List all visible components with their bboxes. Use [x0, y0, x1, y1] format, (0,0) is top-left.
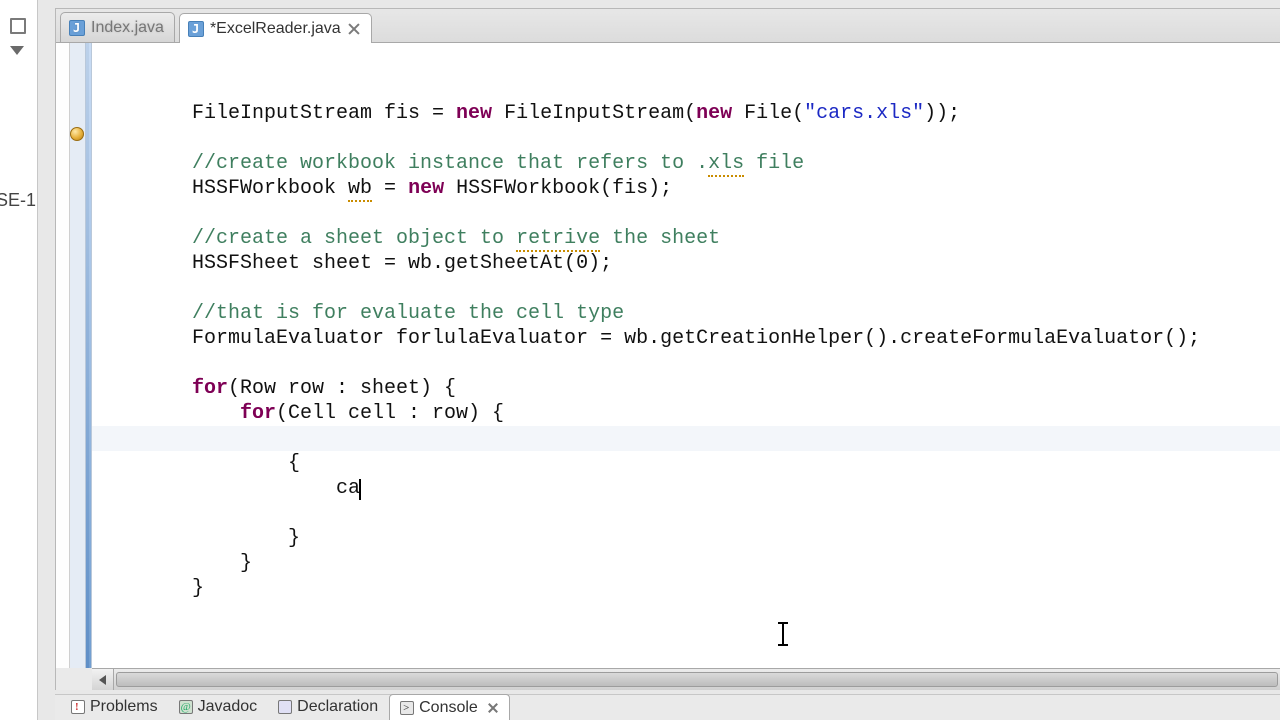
code-text: FormulaEvaluator forlulaEvaluator = wb.g…	[192, 327, 1200, 350]
perspective-label: SE-1	[0, 190, 36, 211]
java-file-icon	[188, 21, 204, 37]
code-editor[interactable]: FileInputStream fis = new FileInputStrea…	[92, 43, 1280, 668]
declaration-icon	[278, 700, 292, 714]
code-text: HSSFWorkbook(fis);	[444, 177, 672, 200]
code-text: {	[192, 452, 300, 475]
scrollbar-thumb[interactable]	[116, 672, 1278, 687]
editor-rulers	[56, 43, 92, 668]
code-text: HSSFWorkbook	[192, 177, 348, 200]
annotation-ruler[interactable]	[56, 43, 70, 668]
view-label: Declaration	[297, 698, 378, 716]
text-caret	[359, 479, 361, 500]
view-label: Console	[419, 699, 478, 717]
view-tab-javadoc[interactable]: Javadoc	[169, 694, 269, 720]
code-text: FileInputStream(	[492, 102, 696, 125]
code-text: (Row row : sheet) {	[228, 377, 456, 400]
comment: //create workbook instance that refers t…	[192, 152, 708, 175]
keyword: new	[408, 177, 444, 200]
editor-area: Index.java *ExcelReader.java FileInputSt…	[55, 8, 1280, 690]
comment: file	[744, 152, 804, 175]
comment: //that is for evaluate the cell type	[192, 302, 624, 325]
code-text: }	[192, 552, 252, 575]
tab-excelreader-java[interactable]: *ExcelReader.java	[179, 13, 372, 43]
java-file-icon	[69, 20, 85, 36]
view-menu-icon[interactable]	[10, 46, 24, 55]
keyword: new	[696, 102, 732, 125]
tab-label: *ExcelReader.java	[210, 20, 341, 38]
code-text: FileInputStream fis =	[192, 102, 456, 125]
problems-icon	[71, 700, 85, 714]
view-label: Javadoc	[198, 698, 258, 716]
javadoc-icon	[179, 700, 193, 714]
close-icon[interactable]	[347, 22, 361, 36]
code-text: }	[192, 527, 300, 550]
tab-index-java[interactable]: Index.java	[60, 12, 175, 42]
tab-label: Index.java	[91, 19, 164, 37]
close-icon[interactable]	[487, 702, 499, 714]
editor-body: FileInputStream fis = new FileInputStrea…	[56, 43, 1280, 668]
left-trim: SE-1	[0, 0, 38, 720]
spell-warning: retrive	[516, 227, 600, 252]
folding-ruler[interactable]	[70, 43, 86, 668]
keyword: for	[192, 402, 276, 425]
current-line-highlight	[92, 426, 1280, 451]
chevron-left-icon	[99, 675, 106, 685]
code-text: ca	[192, 477, 360, 500]
spell-warning: xls	[708, 152, 744, 177]
keyword: new	[456, 102, 492, 125]
comment: //create a sheet object to	[192, 227, 516, 250]
console-icon	[400, 701, 414, 715]
comment: the sheet	[600, 227, 720, 250]
code-text: ));	[924, 102, 960, 125]
code-text: File(	[732, 102, 804, 125]
view-tab-console[interactable]: Console	[389, 694, 510, 720]
string-literal: "cars.xls"	[804, 102, 924, 125]
mouse-text-cursor-icon	[782, 623, 784, 645]
workbench: SE-1 Index.java *ExcelReader.java	[0, 0, 1280, 720]
warning: wb	[348, 177, 372, 202]
code-text: HSSFSheet sheet = wb.getSheetAt(0);	[192, 252, 612, 275]
view-label: Problems	[90, 698, 158, 716]
horizontal-scrollbar[interactable]	[92, 668, 1280, 690]
scroll-left-button[interactable]	[92, 669, 114, 690]
editor-tab-bar: Index.java *ExcelReader.java	[56, 9, 1280, 43]
code-text: =	[372, 177, 408, 200]
view-tab-problems[interactable]: Problems	[61, 694, 169, 720]
minimize-view-icon[interactable]	[10, 18, 26, 34]
warning-marker-icon[interactable]	[70, 127, 84, 141]
keyword: for	[192, 377, 228, 400]
code-text: }	[192, 577, 204, 600]
view-tab-declaration[interactable]: Declaration	[268, 694, 389, 720]
bottom-views-bar: Problems Javadoc Declaration Console	[55, 694, 1280, 720]
code-text: (Cell cell : row) {	[276, 402, 504, 425]
